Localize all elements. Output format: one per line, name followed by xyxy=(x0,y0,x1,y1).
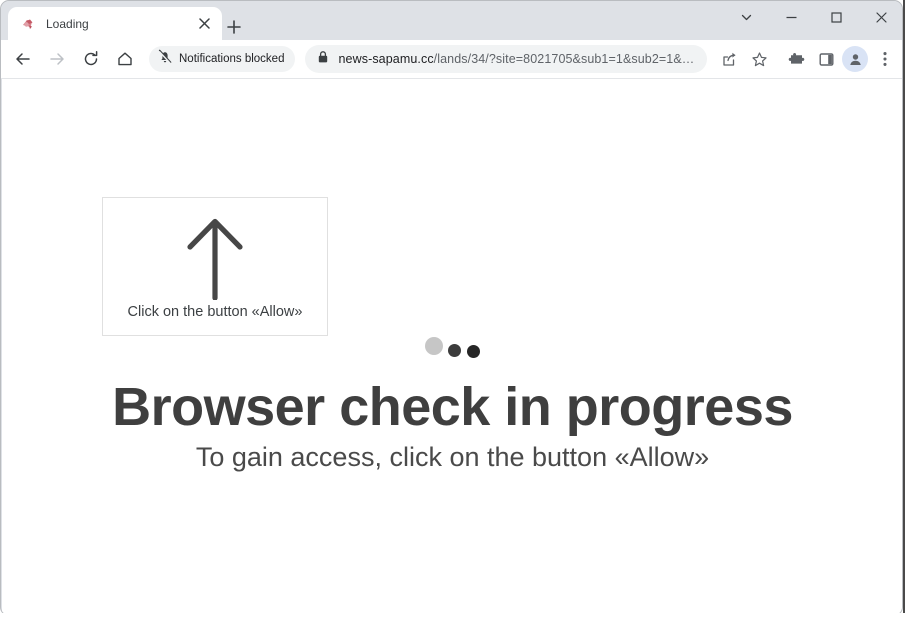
side-panel-icon[interactable] xyxy=(812,45,840,73)
profile-avatar-icon[interactable] xyxy=(842,46,868,72)
browser-window: Loading Notifications blocked news-sapam… xyxy=(0,0,903,616)
address-bar-url: news-sapamu.cc/lands/34/?site=8021705&su… xyxy=(338,52,695,66)
loading-dot-2 xyxy=(448,343,461,357)
screenshot-root: Loading Notifications blocked news-sapam… xyxy=(0,0,909,618)
loading-dots xyxy=(2,335,902,365)
site-favicon-icon xyxy=(20,16,36,32)
loading-dot-1 xyxy=(425,337,443,355)
bell-slash-icon xyxy=(158,49,172,69)
minimize-icon[interactable] xyxy=(769,1,814,33)
page-viewport: Click on the button «Allow» Browser chec… xyxy=(2,79,902,615)
allow-instruction-box: Click on the button «Allow» xyxy=(102,197,328,336)
notifications-blocked-label: Notifications blocked xyxy=(179,53,285,65)
page-subheadline: To gain access, click on the button «All… xyxy=(195,442,710,472)
notifications-blocked-chip[interactable]: Notifications blocked xyxy=(149,46,296,72)
close-icon[interactable] xyxy=(859,1,902,33)
share-icon[interactable] xyxy=(715,45,743,73)
browser-tab[interactable]: Loading xyxy=(8,7,222,40)
new-tab-button[interactable] xyxy=(220,13,248,41)
forward-arrow-icon xyxy=(43,45,71,73)
browser-toolbar: Notifications blocked news-sapamu.cc/lan… xyxy=(1,40,902,79)
reload-icon[interactable] xyxy=(77,45,105,73)
window-right-edge xyxy=(903,0,909,618)
back-arrow-icon[interactable] xyxy=(9,45,37,73)
tab-title: Loading xyxy=(46,16,89,31)
url-host: news-sapamu.cc xyxy=(338,52,434,66)
allow-box-label: Click on the button «Allow» xyxy=(127,304,303,320)
window-controls xyxy=(724,1,902,40)
window-bottom-edge xyxy=(0,613,909,618)
maximize-icon[interactable] xyxy=(814,1,859,33)
tab-search-chevron-down-icon[interactable] xyxy=(724,1,769,33)
tab-strip: Loading xyxy=(1,1,902,41)
home-icon[interactable] xyxy=(111,45,139,73)
tab-close-icon[interactable] xyxy=(194,14,214,34)
page-headline: Browser check in progress xyxy=(112,377,793,437)
address-bar[interactable]: news-sapamu.cc/lands/34/?site=8021705&su… xyxy=(305,45,707,73)
extensions-puzzle-icon[interactable] xyxy=(782,45,810,73)
lock-icon[interactable] xyxy=(317,50,329,69)
bookmark-star-icon[interactable] xyxy=(745,45,773,73)
url-path: /lands/34/?site=8021705&sub1=1&sub2=1&su… xyxy=(433,52,695,66)
loading-dot-3 xyxy=(467,344,480,358)
more-menu-icon[interactable] xyxy=(872,45,898,73)
up-arrow-icon xyxy=(184,216,246,305)
